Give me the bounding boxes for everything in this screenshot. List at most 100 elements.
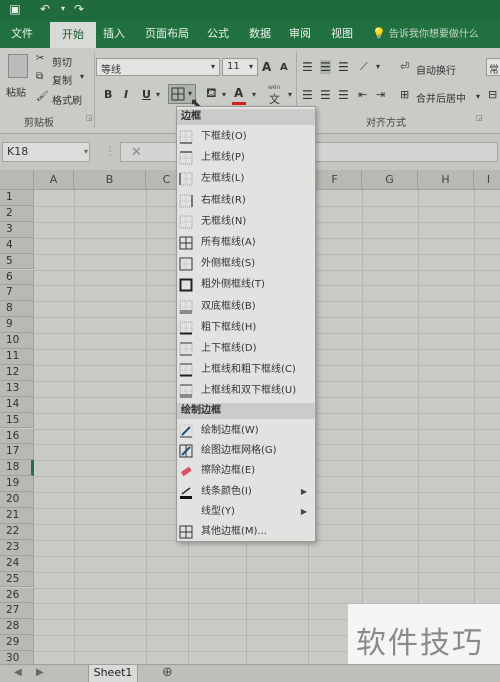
tab-view[interactable]: 视图	[326, 20, 358, 48]
wrap-text-button[interactable]: ⏎ 自动换行	[400, 60, 468, 77]
tell-me-box[interactable]: 💡 告诉我你想要做什么	[372, 20, 479, 48]
row-header[interactable]: 5	[0, 253, 34, 270]
menu-item-border-double-bottom[interactable]: 双底框线(B)	[177, 297, 315, 317]
merge-center-button[interactable]: ⊞ 合并后居中	[400, 88, 484, 105]
orientation-icon[interactable]: ⟋	[360, 60, 368, 74]
copy-dropdown-icon[interactable]: ▾	[80, 72, 84, 81]
copy-button[interactable]: ⧉ 复制 ▾	[36, 70, 90, 87]
column-header[interactable]: B	[74, 170, 146, 190]
row-header[interactable]: 21	[0, 508, 34, 524]
number-format-select[interactable]: 常	[486, 58, 500, 76]
row-header[interactable]: 26	[0, 587, 34, 604]
align-bottom-icon[interactable]: ☰	[338, 60, 349, 74]
row-header[interactable]: 6	[0, 269, 34, 286]
menu-item-border-none[interactable]: 无框线(N)	[177, 212, 315, 232]
row-header[interactable]: 2	[0, 205, 34, 222]
column-header[interactable]: I	[474, 170, 500, 190]
row-header[interactable]: 9	[0, 317, 34, 334]
select-all-corner[interactable]	[0, 170, 34, 190]
row-header[interactable]: 27	[0, 603, 34, 620]
align-top-icon[interactable]: ☰	[302, 60, 313, 74]
row-header[interactable]: 4	[0, 237, 34, 254]
row-header[interactable]: 28	[0, 619, 34, 636]
save-icon[interactable]: ▣	[8, 2, 22, 16]
tab-review[interactable]: 审阅	[284, 20, 316, 48]
underline-dropdown-icon[interactable]: ▾	[156, 90, 160, 99]
align-middle-icon[interactable]: ☰	[320, 60, 331, 74]
row-header[interactable]: 13	[0, 380, 34, 397]
row-header[interactable]: 15	[0, 412, 34, 429]
menu-item-border-outside[interactable]: 外侧框线(S)	[177, 254, 315, 274]
row-header[interactable]: 25	[0, 571, 34, 588]
phonetic-dropdown-icon[interactable]: ▾	[288, 90, 292, 99]
tab-formulas[interactable]: 公式	[202, 20, 234, 48]
column-header[interactable]: G	[362, 170, 418, 190]
undo-icon[interactable]: ↶	[38, 2, 52, 16]
increase-indent-icon[interactable]: ⇥	[376, 88, 385, 101]
prev-sheet-icon[interactable]: ◀	[14, 667, 22, 678]
bold-button[interactable]: B	[104, 88, 112, 101]
underline-button[interactable]: U	[142, 88, 151, 101]
next-sheet-icon[interactable]: ▶	[36, 667, 44, 678]
row-header[interactable]: 30	[0, 651, 34, 664]
accounting-format-icon[interactable]: ⊟	[488, 88, 497, 101]
row-header[interactable]: 12	[0, 364, 34, 381]
menu-item-draw-1[interactable]: 绘图边框网格(G)	[177, 441, 315, 461]
row-header[interactable]: 18	[0, 460, 34, 477]
font-color-button[interactable]: A	[232, 86, 252, 106]
menu-item-border-all[interactable]: 所有框线(A)	[177, 233, 315, 253]
row-header[interactable]: 7	[0, 285, 34, 302]
menu-item-draw-2[interactable]: 擦除边框(E)	[177, 461, 315, 481]
row-header[interactable]: 19	[0, 476, 34, 493]
row-header[interactable]: 8	[0, 301, 34, 318]
alignment-launcher-icon[interactable]: ◲	[476, 114, 483, 122]
tab-data[interactable]: 数据	[244, 20, 276, 48]
clipboard-launcher-icon[interactable]: ◲	[86, 114, 93, 122]
phonetic-button[interactable]: wén 文	[266, 84, 288, 106]
orientation-dropdown-icon[interactable]: ▾	[376, 62, 380, 71]
menu-item-border-top[interactable]: 上框线(P)	[177, 148, 315, 168]
row-header[interactable]: 24	[0, 555, 34, 572]
tab-page-layout[interactable]: 页面布局	[140, 20, 194, 48]
menu-item-border-right[interactable]: 右框线(R)	[177, 191, 315, 211]
row-header[interactable]: 29	[0, 635, 34, 652]
align-right-icon[interactable]: ☰	[338, 88, 349, 102]
align-left-icon[interactable]: ☰	[302, 88, 313, 102]
tab-file[interactable]: 文件	[2, 20, 42, 48]
row-header[interactable]: 10	[0, 333, 34, 349]
menu-item-border-thick-bottom[interactable]: 粗下框线(H)	[177, 318, 315, 338]
italic-button[interactable]: I	[124, 88, 128, 101]
menu-item-border-thick-outside[interactable]: 粗外侧框线(T)	[177, 275, 315, 295]
add-sheet-icon[interactable]: ⊕	[162, 665, 173, 680]
cancel-entry-icon[interactable]: ✕	[131, 145, 142, 160]
menu-item-border-left[interactable]: 左框线(L)	[177, 169, 315, 189]
merge-dropdown-icon[interactable]: ▾	[476, 92, 480, 101]
decrease-indent-icon[interactable]: ⇤	[358, 88, 367, 101]
redo-icon[interactable]: ↷	[72, 2, 86, 16]
name-box[interactable]: K18	[2, 142, 90, 162]
paste-button[interactable]: 粘贴	[4, 52, 32, 102]
row-header[interactable]: 3	[0, 221, 34, 238]
menu-item-draw-0[interactable]: 绘制边框(W)	[177, 421, 315, 441]
row-header[interactable]: 23	[0, 539, 34, 556]
fill-color-dropdown-icon[interactable]: ▾	[222, 90, 226, 99]
menu-item-border-top-thick-bottom[interactable]: 上框线和粗下框线(C)	[177, 360, 315, 380]
row-header[interactable]: 20	[0, 492, 34, 508]
column-header[interactable]: A	[34, 170, 74, 190]
menu-item-draw-4[interactable]: 线型(Y) ▶	[177, 502, 315, 522]
font-size-select[interactable]: 11 ▾	[222, 58, 258, 76]
format-painter-button[interactable]: 🖌 格式刷	[36, 90, 92, 107]
row-header[interactable]: 11	[0, 349, 34, 365]
row-header[interactable]: 14	[0, 396, 34, 413]
font-name-select[interactable]: 等线 ▾	[96, 58, 220, 76]
column-header[interactable]: F	[308, 170, 362, 190]
menu-item-draw-5[interactable]: 其他边框(M)...	[177, 522, 315, 542]
font-color-dropdown-icon[interactable]: ▾	[252, 90, 256, 99]
shrink-font-button[interactable]: A	[280, 62, 288, 73]
row-header[interactable]: 17	[0, 444, 34, 461]
tab-home[interactable]: 开始	[50, 22, 96, 48]
undo-dropdown-icon[interactable]: ▾	[56, 2, 70, 16]
menu-item-draw-3[interactable]: 线条颜色(I) ▶	[177, 482, 315, 502]
menu-item-border-bottom[interactable]: 下框线(O)	[177, 127, 315, 147]
row-header[interactable]: 1	[0, 190, 34, 206]
